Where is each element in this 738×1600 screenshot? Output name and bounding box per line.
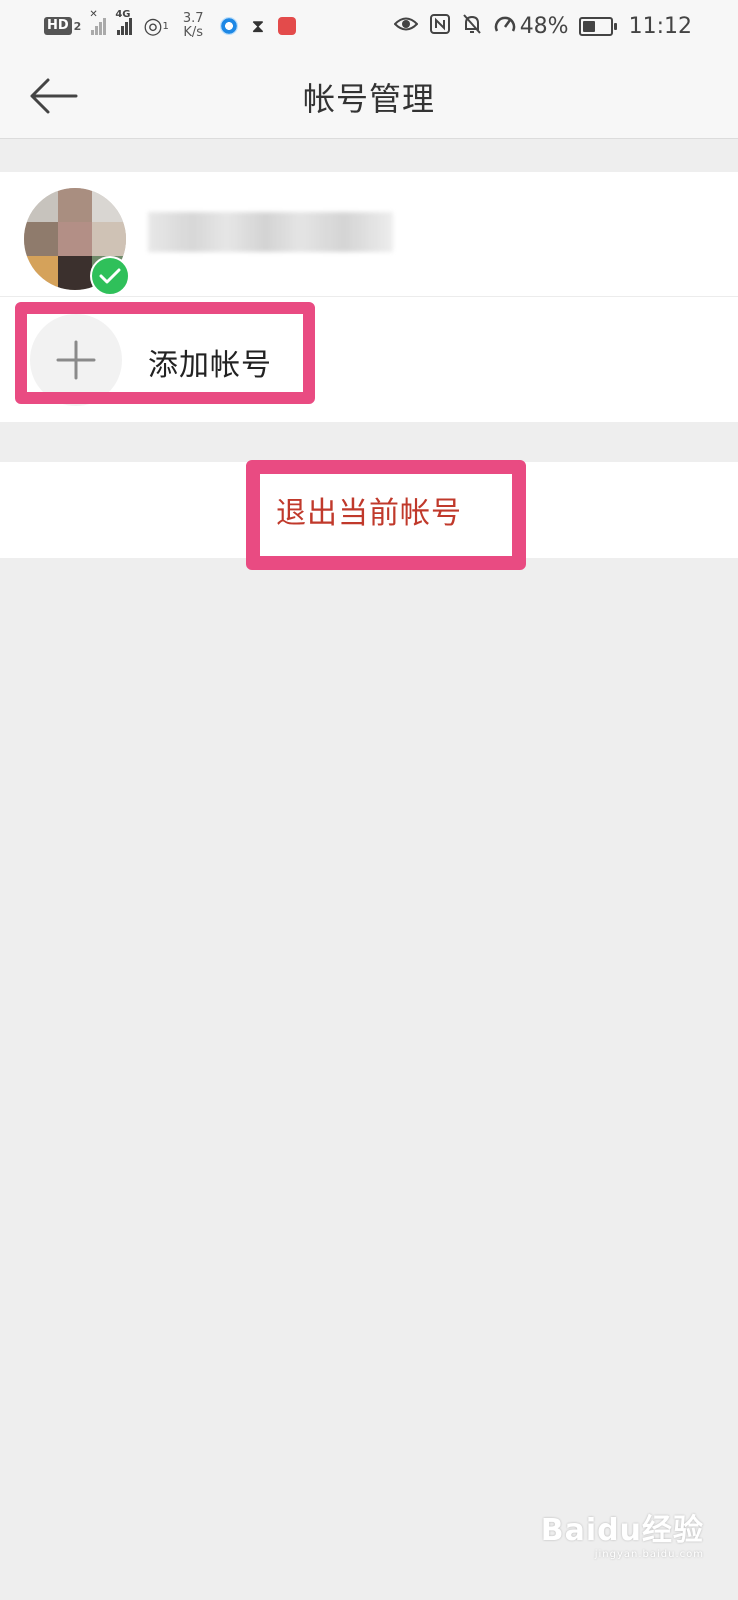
add-account-highlight-box (15, 302, 315, 404)
page-title: 帐号管理 (302, 80, 435, 118)
status-bar-left: HD 2 ✕ 4G ◎ 1 3.7 K/s ⧗ (44, 9, 297, 42)
hotspot-icon: ◎ (143, 13, 163, 39)
signal-icon-sim1: ✕ (89, 9, 107, 35)
battery-fill (582, 20, 595, 32)
hd-sub-label: 2 (73, 19, 82, 33)
baidu-watermark-logo: Baidu经验 jingyan.baidu.com (540, 1513, 704, 1560)
status-bar-right: 48% 11:12 (382, 10, 692, 42)
browser-app-icon (219, 17, 238, 35)
check-icon (90, 256, 130, 296)
reader-app-icon (278, 17, 297, 35)
network-speed: 3.7 K/s (183, 12, 204, 40)
speed-unit: K/s (183, 25, 204, 40)
battery-icon (578, 16, 617, 36)
hourglass-icon: ⧗ (251, 15, 265, 37)
logout-highlight-box (246, 460, 526, 570)
nfc-icon (429, 13, 450, 39)
eye-icon (393, 14, 419, 38)
hotspot-count: 1 (162, 20, 169, 32)
status-bar: HD 2 ✕ 4G ◎ 1 3.7 K/s ⧗ 48% 11:12 (0, 0, 738, 52)
signal-icon-sim2: 4G (115, 9, 133, 35)
speedometer-icon (494, 14, 516, 39)
app-bar: 帐号管理 (0, 52, 738, 139)
battery-percent: 48% (519, 13, 569, 39)
clock: 11:12 (628, 13, 692, 39)
speed-value: 3.7 (182, 11, 204, 26)
account-row-current[interactable] (0, 172, 738, 297)
hd-icon: HD (44, 17, 72, 35)
bell-off-icon (462, 13, 482, 40)
account-name-redacted (148, 212, 393, 252)
